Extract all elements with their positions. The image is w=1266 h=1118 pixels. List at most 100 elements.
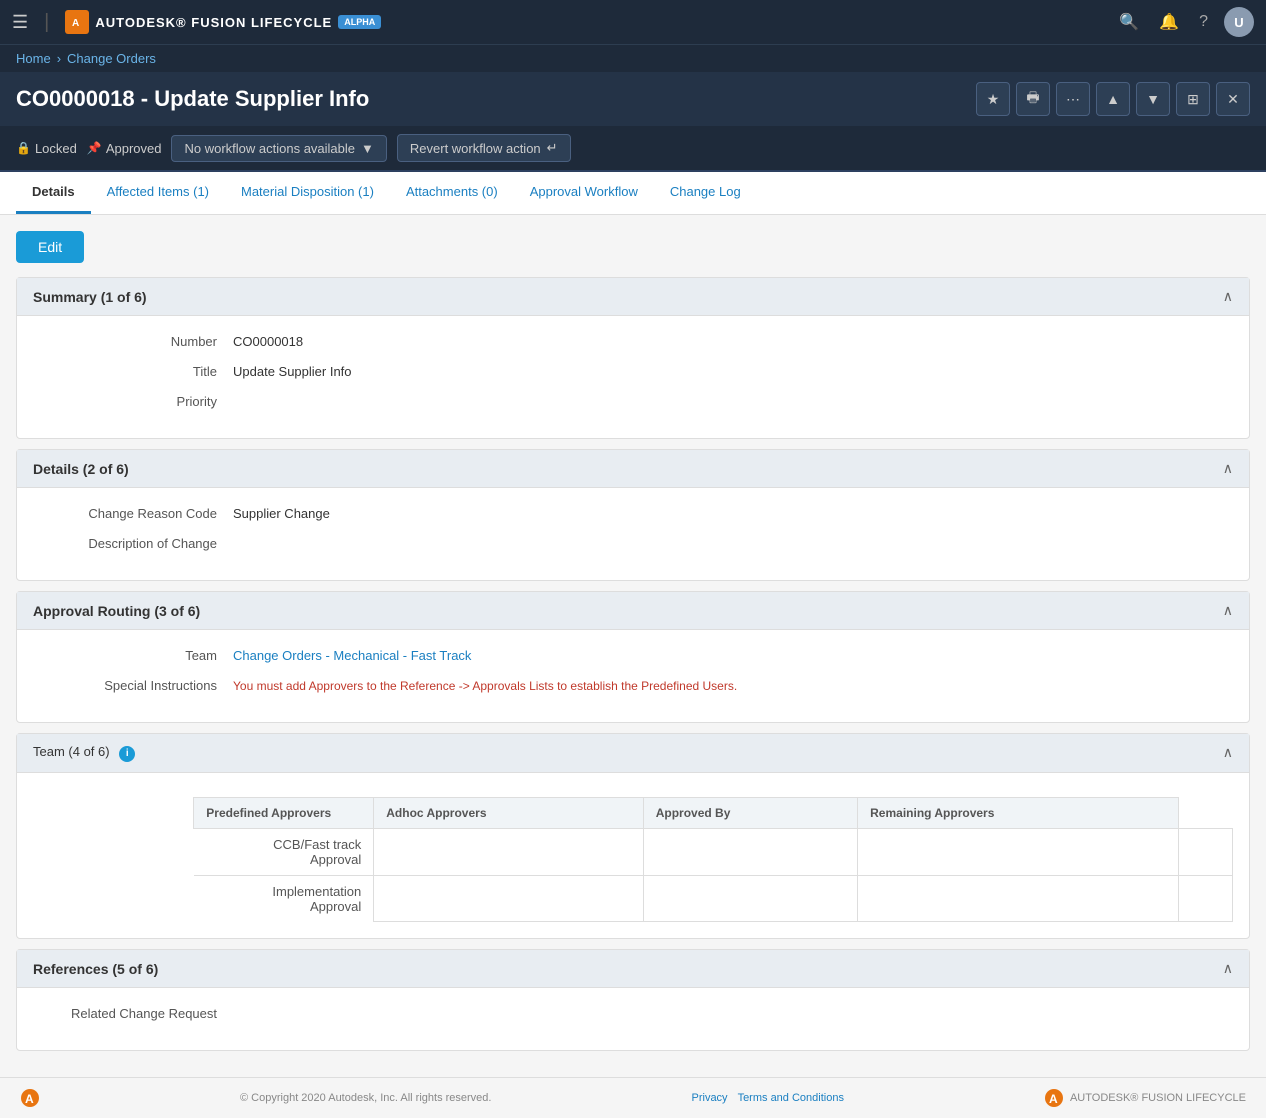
description-row: Description of Change xyxy=(33,534,1233,554)
header-actions: ★ 🖶 ⋯ ▲ ▼ ⊞ ✕ xyxy=(976,82,1250,116)
summary-section: Summary (1 of 6) ∧ Number CO0000018 Titl… xyxy=(16,277,1250,439)
team-label: Team xyxy=(33,646,233,666)
references-collapse-icon: ∧ xyxy=(1223,960,1233,977)
locked-label: Locked xyxy=(35,141,77,156)
dropdown-arrow-icon: ▼ xyxy=(361,141,374,156)
special-instructions-label: Special Instructions xyxy=(33,676,233,696)
help-icon[interactable]: ? xyxy=(1199,13,1208,31)
references-section-body: Related Change Request xyxy=(17,988,1249,1050)
table-row: ImplementationApproval xyxy=(194,875,1233,922)
impl-predefined xyxy=(374,875,643,922)
svg-text:A: A xyxy=(72,18,79,29)
tab-details[interactable]: Details xyxy=(16,172,91,214)
special-instructions-value: You must add Approvers to the Reference … xyxy=(233,676,1233,696)
references-section-title: References (5 of 6) xyxy=(33,961,158,977)
breadcrumb-separator: › xyxy=(57,51,61,66)
footer-logo: A xyxy=(20,1088,40,1108)
privacy-link[interactable]: Privacy xyxy=(692,1092,728,1104)
col-approved-by: Approved By xyxy=(643,797,857,828)
ccb-row-label: CCB/Fast trackApproval xyxy=(194,828,374,875)
team-section-title-text: Team (4 of 6) i xyxy=(33,744,135,762)
change-orders-breadcrumb[interactable]: Change Orders xyxy=(67,51,156,66)
references-section-header[interactable]: References (5 of 6) ∧ xyxy=(17,950,1249,988)
footer-links: Privacy Terms and Conditions xyxy=(692,1092,844,1104)
breadcrumb: Home › Change Orders xyxy=(0,44,1266,72)
tab-change-log[interactable]: Change Log xyxy=(654,172,757,214)
impl-approved-by xyxy=(858,875,1179,922)
team-table-wrapper: Predefined Approvers Adhoc Approvers App… xyxy=(33,789,1233,923)
locked-status: 🔒 Locked xyxy=(16,141,77,156)
brand-logo: A AUTODESK® FUSION LIFECYCLE ALPHA xyxy=(65,10,381,34)
lock-icon: 🔒 xyxy=(16,141,31,155)
print-button[interactable]: 🖶 xyxy=(1016,82,1050,116)
svg-text:A: A xyxy=(25,1092,34,1106)
grid-button[interactable]: ⊞ xyxy=(1176,82,1210,116)
workflow-dropdown-label: No workflow actions available xyxy=(184,141,355,156)
edit-button[interactable]: Edit xyxy=(16,231,84,263)
status-bar: 🔒 Locked 📌 Approved No workflow actions … xyxy=(0,126,1266,172)
top-navigation: ☰ | A AUTODESK® FUSION LIFECYCLE ALPHA 🔍… xyxy=(0,0,1266,44)
ccb-remaining xyxy=(1179,828,1233,875)
summary-section-body: Number CO0000018 Title Update Supplier I… xyxy=(17,316,1249,438)
tab-approval-workflow[interactable]: Approval Workflow xyxy=(514,172,654,214)
bell-icon[interactable]: 🔔 xyxy=(1159,12,1179,32)
details-collapse-icon: ∧ xyxy=(1223,460,1233,477)
details-section-header[interactable]: Details (2 of 6) ∧ xyxy=(17,450,1249,488)
ccb-predefined xyxy=(374,828,643,875)
approved-status: 📌 Approved xyxy=(87,141,162,156)
logo-icon: A xyxy=(65,10,89,34)
col-remaining-approvers: Remaining Approvers xyxy=(858,797,1179,828)
change-reason-row: Change Reason Code Supplier Change xyxy=(33,504,1233,524)
revert-workflow-button[interactable]: Revert workflow action ↵ xyxy=(397,134,571,162)
title-row: Title Update Supplier Info xyxy=(33,362,1233,382)
summary-section-header[interactable]: Summary (1 of 6) ∧ xyxy=(17,278,1249,316)
summary-collapse-icon: ∧ xyxy=(1223,288,1233,305)
title-label: Title xyxy=(33,362,233,382)
ccb-approved-by xyxy=(858,828,1179,875)
workflow-dropdown-button[interactable]: No workflow actions available ▼ xyxy=(171,135,386,162)
team-row: Team Change Orders - Mechanical - Fast T… xyxy=(33,646,1233,666)
details-section: Details (2 of 6) ∧ Change Reason Code Su… xyxy=(16,449,1250,581)
col-predefined-approvers: Predefined Approvers xyxy=(194,797,374,828)
footer-brand-icon: A xyxy=(1044,1088,1064,1108)
approval-routing-section-header[interactable]: Approval Routing (3 of 6) ∧ xyxy=(17,592,1249,630)
team-table: Predefined Approvers Adhoc Approvers App… xyxy=(193,797,1233,923)
change-reason-value: Supplier Change xyxy=(233,504,1233,524)
down-button[interactable]: ▼ xyxy=(1136,82,1170,116)
summary-section-title: Summary (1 of 6) xyxy=(33,289,147,305)
home-breadcrumb[interactable]: Home xyxy=(16,51,51,66)
team-section-title: Team (4 of 6) xyxy=(33,744,110,759)
number-value: CO0000018 xyxy=(233,332,1233,352)
priority-row: Priority xyxy=(33,392,1233,412)
tab-material-disposition[interactable]: Material Disposition (1) xyxy=(225,172,390,214)
avatar[interactable]: U xyxy=(1224,7,1254,37)
details-section-body: Change Reason Code Supplier Change Descr… xyxy=(17,488,1249,580)
tab-attachments[interactable]: Attachments (0) xyxy=(390,172,514,214)
details-section-title: Details (2 of 6) xyxy=(33,461,129,477)
up-button[interactable]: ▲ xyxy=(1096,82,1130,116)
team-value[interactable]: Change Orders - Mechanical - Fast Track xyxy=(233,646,1233,666)
team-section: Team (4 of 6) i ∧ Predefined Approvers A… xyxy=(16,733,1250,939)
more-button[interactable]: ⋯ xyxy=(1056,82,1090,116)
team-info-icon[interactable]: i xyxy=(119,746,135,762)
tab-affected-items[interactable]: Affected Items (1) xyxy=(91,172,225,214)
main-content: Edit Summary (1 of 6) ∧ Number CO0000018… xyxy=(0,215,1266,1077)
tabs-bar: Details Affected Items (1) Material Disp… xyxy=(0,172,1266,215)
team-section-header[interactable]: Team (4 of 6) i ∧ xyxy=(17,734,1249,773)
terms-link[interactable]: Terms and Conditions xyxy=(738,1092,844,1104)
autodesk-footer-logo: A xyxy=(20,1088,40,1108)
copyright-text: © Copyright 2020 Autodesk, Inc. All righ… xyxy=(240,1092,491,1104)
change-reason-label: Change Reason Code xyxy=(33,504,233,524)
footer-brand-name: AUTODESK® FUSION LIFECYCLE xyxy=(1070,1092,1246,1104)
title-value: Update Supplier Info xyxy=(233,362,1233,382)
close-button[interactable]: ✕ xyxy=(1216,82,1250,116)
table-row: CCB/Fast trackApproval xyxy=(194,828,1233,875)
hamburger-menu[interactable]: ☰ xyxy=(12,12,28,33)
number-row: Number CO0000018 xyxy=(33,332,1233,352)
approval-routing-section-title: Approval Routing (3 of 6) xyxy=(33,603,200,619)
approved-icon: 📌 xyxy=(87,141,102,155)
star-button[interactable]: ★ xyxy=(976,82,1010,116)
impl-adhoc xyxy=(643,875,857,922)
alpha-badge: ALPHA xyxy=(338,15,381,29)
search-icon[interactable]: 🔍 xyxy=(1119,12,1139,32)
